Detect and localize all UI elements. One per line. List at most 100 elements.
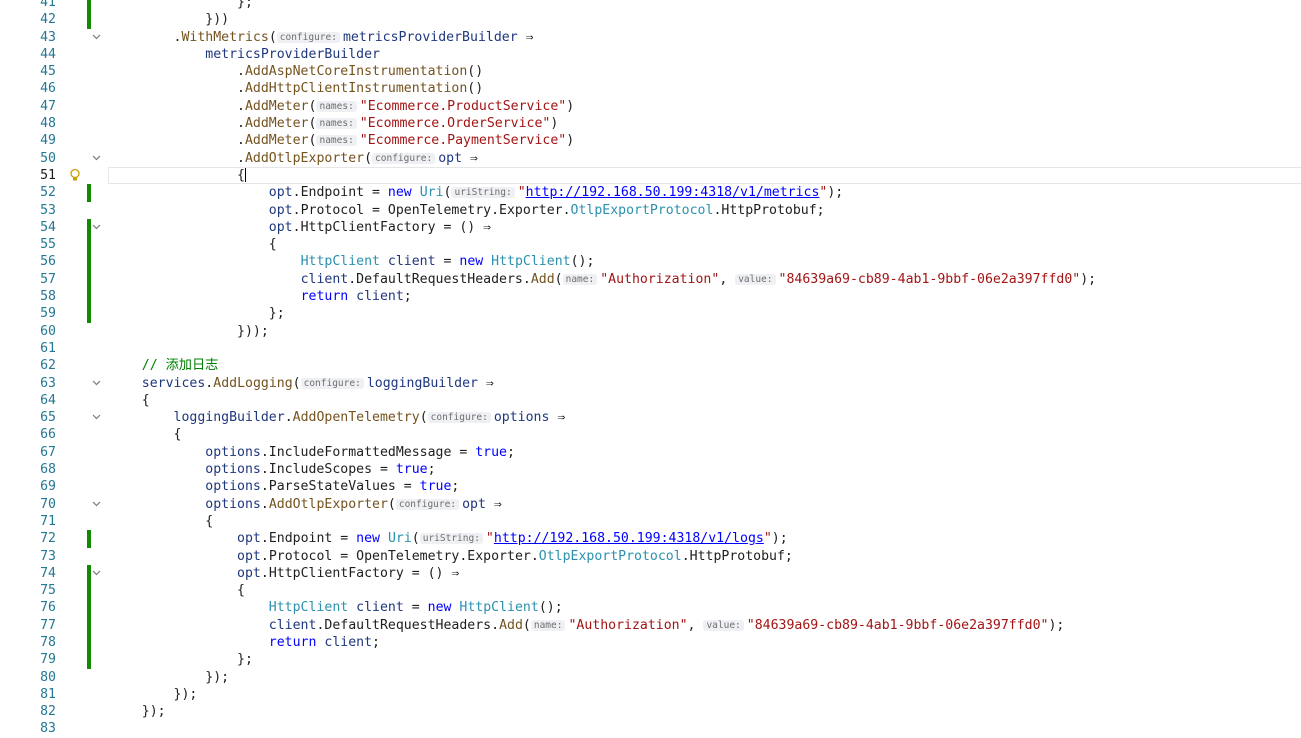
- url-link[interactable]: http://192.168.50.199:4318/v1/metrics: [526, 185, 820, 200]
- code-line[interactable]: 51 {: [0, 166, 1301, 185]
- code-line[interactable]: 73 opt.Protocol = OpenTelemetry.Exporter…: [0, 548, 1301, 565]
- code-text: });: [110, 686, 198, 703]
- code-line[interactable]: 49 .AddMeter(names: "Ecommerce.PaymentSer…: [0, 132, 1301, 149]
- code-line[interactable]: 50 .AddOtlpExporter(configure: opt ⇒: [0, 150, 1301, 167]
- line-number: 57: [40, 271, 56, 287]
- code-line[interactable]: 59 };: [0, 305, 1301, 323]
- code-line[interactable]: 42 })): [0, 11, 1301, 29]
- code-line[interactable]: 55 {: [0, 236, 1301, 254]
- code-line[interactable]: 71 {: [0, 513, 1301, 530]
- code-token: // 添加日志: [141, 358, 219, 374]
- line-number: 83: [40, 721, 56, 737]
- code-token: .: [110, 150, 245, 166]
- code-token: .Endpoint =: [260, 531, 357, 547]
- code-token: AddHttpClientInstrumentation: [244, 81, 468, 97]
- code-token: options: [205, 479, 261, 495]
- code-token: .: [284, 410, 293, 426]
- code-line[interactable]: 57 client.DefaultRequestHeaders.Add(name…: [0, 270, 1301, 289]
- code-text: opt.HttpClientFactory = () ⇒: [110, 219, 491, 236]
- code-token: AddMeter: [244, 133, 309, 149]
- code-token: .DefaultRequestHeaders.: [348, 271, 531, 287]
- modified-line-indicator: [87, 599, 91, 617]
- code-line[interactable]: 78 return client;: [0, 633, 1301, 652]
- code-line[interactable]: 58 return client;: [0, 288, 1301, 306]
- lightbulb-icon[interactable]: [68, 168, 82, 182]
- code-token: Uri: [387, 531, 412, 547]
- code-token: options: [205, 496, 261, 512]
- chevron-down-icon[interactable]: [92, 150, 104, 167]
- line-number: 48: [40, 116, 56, 132]
- code-editor[interactable]: 41 }; 42 })) 43 .WithMetrics(configure: met…: [0, 0, 1301, 738]
- chevron-down-icon[interactable]: [92, 375, 104, 392]
- code-line[interactable]: 82 });: [0, 703, 1301, 720]
- code-line[interactable]: 45 .AddAspNetCoreInstrumentation(): [0, 63, 1301, 80]
- code-text: {: [110, 513, 213, 530]
- code-line[interactable]: 62 // 添加日志: [0, 357, 1301, 374]
- code-token: .IncludeFormattedMessage =: [260, 444, 476, 460]
- chevron-down-icon[interactable]: [92, 29, 104, 46]
- code-line[interactable]: 67 options.IncludeFormattedMessage = tru…: [0, 444, 1301, 461]
- code-token: AddMeter: [244, 116, 309, 132]
- code-token: AddMeter: [244, 98, 309, 114]
- code-line[interactable]: 53 opt.Protocol = OpenTelemetry.Exporter…: [0, 202, 1301, 219]
- code-token: .Protocol = OpenTelemetry.Exporter.: [260, 548, 539, 564]
- code-line[interactable]: 77 client.DefaultRequestHeaders.Add(name…: [0, 616, 1301, 634]
- code-line[interactable]: 60 }));: [0, 323, 1301, 340]
- code-line[interactable]: 46 .AddHttpClientInstrumentation(): [0, 80, 1301, 97]
- code-line[interactable]: 69 options.ParseStateValues = true;: [0, 478, 1301, 495]
- code-text: {: [110, 582, 245, 599]
- code-token: .: [110, 64, 245, 80]
- line-number: 70: [40, 496, 56, 512]
- code-line[interactable]: 56 HttpClient client = new HttpClient();: [0, 253, 1301, 271]
- code-line[interactable]: 43 .WithMetrics(configure: metricsProvide…: [0, 29, 1301, 46]
- code-text: opt.Endpoint = new Uri(uriString: "http:/…: [110, 530, 788, 548]
- code-line[interactable]: 83: [0, 720, 1301, 737]
- code-line[interactable]: 44 metricsProviderBuilder: [0, 46, 1301, 63]
- code-token: ⇒: [485, 496, 502, 512]
- code-line[interactable]: 47 .AddMeter(names: "Ecommerce.ProductSer…: [0, 98, 1301, 115]
- code-line[interactable]: 80 });: [0, 669, 1301, 686]
- line-number: 60: [40, 323, 56, 339]
- code-token: client: [324, 634, 373, 650]
- code-token: }));: [110, 323, 269, 339]
- code-line[interactable]: 61: [0, 340, 1301, 357]
- code-token: "Authorization": [600, 271, 720, 287]
- chevron-down-icon[interactable]: [92, 409, 104, 426]
- code-line[interactable]: 54 opt.HttpClientFactory = () ⇒: [0, 218, 1301, 237]
- code-token: client: [387, 254, 436, 270]
- code-line[interactable]: 81 });: [0, 686, 1301, 703]
- url-link[interactable]: http://192.168.50.199:4318/v1/logs: [494, 531, 764, 546]
- code-line[interactable]: 66 {: [0, 426, 1301, 443]
- code-line[interactable]: 70 options.AddOtlpExporter(configure: opt…: [0, 496, 1301, 513]
- code-token: AddOpenTelemetry: [292, 410, 420, 426]
- code-line[interactable]: 63 services.AddLogging(configure: logging…: [0, 375, 1301, 392]
- code-line[interactable]: 76 HttpClient client = new HttpClient();: [0, 599, 1301, 617]
- code-line[interactable]: 74 opt.HttpClientFactory = () ⇒: [0, 564, 1301, 583]
- code-token: (: [292, 375, 301, 391]
- code-line[interactable]: 41 };: [0, 0, 1301, 12]
- code-text: .AddAspNetCoreInstrumentation(): [110, 63, 483, 80]
- code-line[interactable]: 52 opt.Endpoint = new Uri(uriString: "htt…: [0, 184, 1301, 202]
- code-line[interactable]: 68 options.IncludeScopes = true;: [0, 461, 1301, 478]
- chevron-down-icon[interactable]: [92, 496, 104, 513]
- chevron-down-icon[interactable]: [92, 219, 104, 236]
- code-token: options: [205, 444, 261, 460]
- chevron-down-icon[interactable]: [92, 565, 104, 582]
- code-line[interactable]: 48 .AddMeter(names: "Ecommerce.OrderServi…: [0, 115, 1301, 132]
- modified-line-indicator: [87, 236, 91, 254]
- code-token: .IncludeScopes =: [260, 462, 396, 478]
- code-line[interactable]: 72 opt.Endpoint = new Uri(uriString: "htt…: [0, 530, 1301, 548]
- code-line[interactable]: 79 };: [0, 651, 1301, 669]
- code-line[interactable]: 64 {: [0, 392, 1301, 409]
- code-line[interactable]: 75 {: [0, 582, 1301, 600]
- code-text: options.AddOtlpExporter(configure: opt ⇒: [110, 496, 502, 514]
- code-token: {: [110, 513, 214, 529]
- code-token: );: [1048, 617, 1065, 633]
- code-line[interactable]: 65 loggingBuilder.AddOpenTelemetry(confi…: [0, 409, 1301, 426]
